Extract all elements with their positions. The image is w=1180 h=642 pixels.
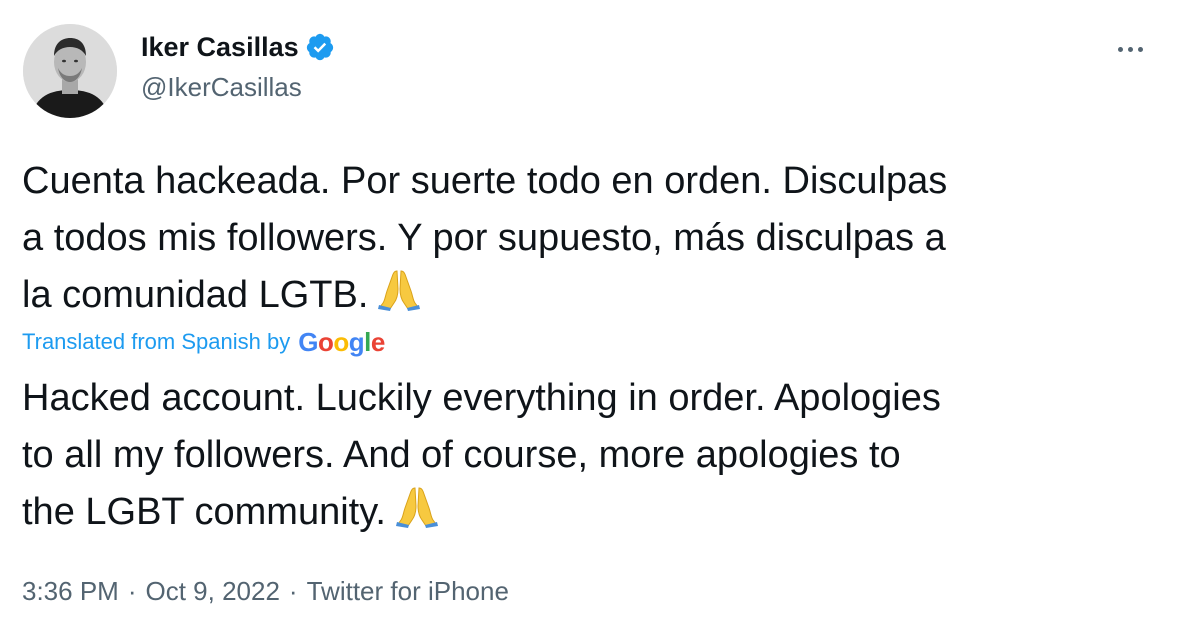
meta-separator: · — [127, 575, 137, 606]
avatar[interactable] — [23, 24, 117, 118]
meta-separator: · — [288, 575, 298, 606]
translated-from-label[interactable]: Translated from Spanish by — [22, 329, 290, 355]
tweet-meta: 3:36 PM · Oct 9, 2022 · Twitter for iPho… — [22, 573, 509, 609]
original-text-line: Cuenta hackeada. Por suerte todo en orde… — [22, 160, 948, 202]
author-display-name[interactable]: Iker Casillas — [141, 32, 299, 63]
more-options-button[interactable] — [1110, 32, 1150, 66]
tweet-time[interactable]: 3:36 PM — [22, 576, 119, 607]
translated-text-line: to all my followers. And of course, more… — [22, 434, 901, 476]
more-horizontal-icon — [1117, 46, 1123, 52]
folded-hands-icon — [376, 267, 422, 328]
original-text-line-content: la comunidad LGTB. — [22, 274, 369, 316]
tweet-source[interactable]: Twitter for iPhone — [307, 576, 509, 607]
original-text-line: a todos mis followers. Y por supuesto, m… — [22, 217, 946, 259]
translated-text-line-last: the LGBT community. — [22, 484, 1162, 541]
translation-credit: Translated from Spanish by Google — [22, 326, 385, 358]
tweet-date[interactable]: Oct 9, 2022 — [146, 576, 280, 607]
google-logo: Google — [298, 326, 385, 357]
tweet-original-text: Cuenta hackeada. Por suerte todo en orde… — [22, 153, 1162, 324]
original-text-line-last: la comunidad LGTB. — [22, 267, 1162, 324]
avatar-photo — [23, 24, 117, 118]
author-handle[interactable]: @IkerCasillas — [141, 72, 302, 103]
folded-hands-icon — [394, 484, 440, 545]
translated-text-line: Hacked account. Luckily everything in or… — [22, 377, 941, 419]
author-name-row: Iker Casillas — [141, 30, 335, 64]
verified-badge-icon — [305, 32, 335, 62]
tweet-translated-text: Hacked account. Luckily everything in or… — [22, 370, 1162, 541]
tweet-card: Iker Casillas @IkerCasillas Cuenta hacke… — [0, 0, 1180, 642]
translated-text-line-content: the LGBT community. — [22, 491, 386, 533]
more-dot — [1127, 46, 1133, 52]
more-dot — [1137, 46, 1143, 52]
